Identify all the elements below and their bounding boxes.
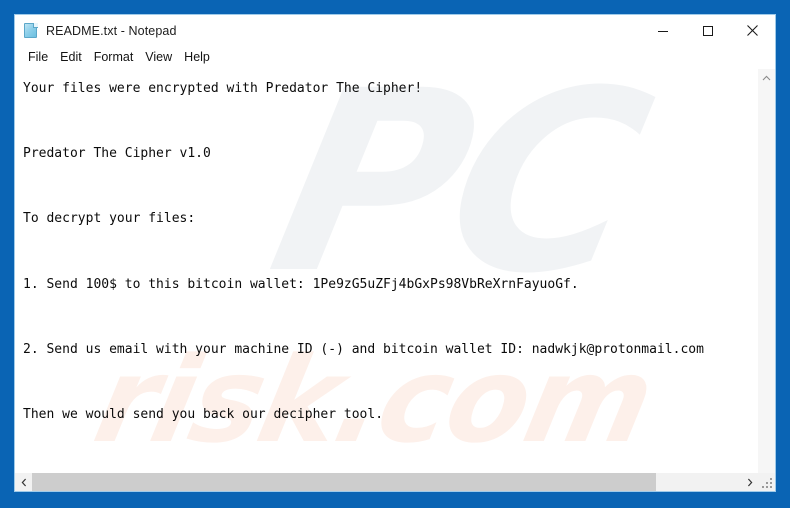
notepad-window: README.txt - Notepad File Edit Format Vi… [14,14,776,492]
menu-bar: File Edit Format View Help [15,46,775,69]
title-bar-left: README.txt - Notepad [15,15,177,46]
horizontal-scrollbar[interactable] [15,473,775,491]
notepad-document-icon [23,22,39,39]
desktop-background: README.txt - Notepad File Edit Format Vi… [0,0,790,508]
edit-region: PC risk.com Your files were encrypted wi… [15,69,775,473]
text-area-viewport[interactable]: PC risk.com Your files were encrypted wi… [15,69,757,473]
menu-item-help[interactable]: Help [178,49,216,66]
close-button[interactable] [730,15,775,46]
menu-item-view[interactable]: View [139,49,178,66]
chevron-left-icon [21,478,26,486]
chevron-right-icon [747,478,752,486]
scroll-up-button[interactable] [758,69,775,86]
horizontal-scroll-thumb[interactable] [32,473,656,491]
vertical-scrollbar[interactable] [757,69,775,473]
scroll-right-button[interactable] [741,473,758,491]
close-icon [747,25,758,36]
minimize-icon [657,30,668,32]
window-resize-grip[interactable] [758,473,775,491]
menu-item-format[interactable]: Format [88,49,140,66]
chevron-up-icon [762,75,771,80]
resize-grip-icon [762,478,772,488]
ransom-note-text[interactable]: Your files were encrypted with Predator … [15,69,757,473]
maximize-icon [702,25,713,36]
title-bar: README.txt - Notepad [15,15,775,46]
window-title: README.txt - Notepad [46,23,177,38]
scroll-left-button[interactable] [15,473,32,491]
menu-item-edit[interactable]: Edit [54,49,88,66]
window-controls [640,15,775,46]
vertical-scroll-track[interactable] [758,86,775,473]
horizontal-scroll-track[interactable] [32,473,741,491]
minimize-button[interactable] [640,15,685,46]
menu-item-file[interactable]: File [22,49,54,66]
maximize-button[interactable] [685,15,730,46]
